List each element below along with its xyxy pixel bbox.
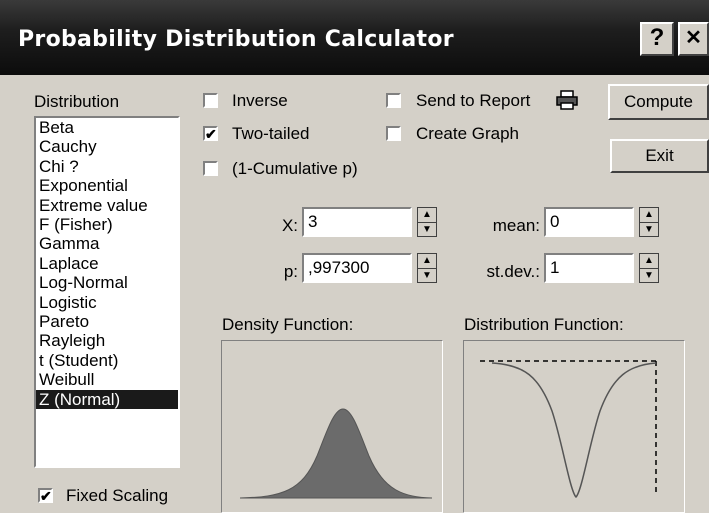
distribution-label: Distribution xyxy=(34,92,120,111)
distribution-curve xyxy=(491,362,657,499)
list-item[interactable]: t (Student) xyxy=(36,351,178,370)
spin-down-icon[interactable]: ▼ xyxy=(640,223,658,237)
list-item[interactable]: Log-Normal xyxy=(36,273,178,292)
help-button[interactable]: ? xyxy=(640,22,674,56)
stdev-label: st.dev.: xyxy=(486,262,540,281)
two-tailed-label: Two-tailed xyxy=(232,124,310,143)
window-title: Probability Distribution Calculator xyxy=(18,27,454,52)
one-minus-cumulative-checkbox[interactable] xyxy=(203,161,218,176)
x-label: X: xyxy=(281,216,298,235)
x-spinner[interactable]: ▲ ▼ xyxy=(417,207,437,237)
spin-down-icon[interactable]: ▼ xyxy=(640,269,658,283)
p-input[interactable]: ,997300 xyxy=(302,253,412,283)
spin-down-icon[interactable]: ▼ xyxy=(418,269,436,283)
list-item[interactable]: Cauchy xyxy=(36,137,178,156)
two-tailed-checkbox[interactable]: ✔ xyxy=(203,126,218,141)
list-item[interactable]: Chi ? xyxy=(36,157,178,176)
distribution-list[interactable]: Beta Cauchy Chi ? Exponential Extreme va… xyxy=(34,116,180,468)
send-to-report-label: Send to Report xyxy=(416,91,531,110)
inverse-checkbox[interactable] xyxy=(203,93,218,108)
x-input[interactable]: 3 xyxy=(302,207,412,237)
one-minus-cumulative-label: (1-Cumulative p) xyxy=(232,159,358,178)
create-graph-checkbox[interactable] xyxy=(386,126,401,141)
p-spinner[interactable]: ▲ ▼ xyxy=(417,253,437,283)
spin-up-icon[interactable]: ▲ xyxy=(418,208,436,223)
spin-up-icon[interactable]: ▲ xyxy=(640,254,658,269)
list-item[interactable]: Rayleigh xyxy=(36,331,178,350)
list-item[interactable]: Beta xyxy=(36,118,178,137)
list-item[interactable]: Gamma xyxy=(36,234,178,253)
density-curve xyxy=(239,408,433,499)
mean-label: mean: xyxy=(492,216,540,235)
create-graph-label: Create Graph xyxy=(416,124,519,143)
list-item[interactable]: Weibull xyxy=(36,370,178,389)
spin-up-icon[interactable]: ▲ xyxy=(640,208,658,223)
distribution-graph xyxy=(463,340,685,513)
list-item[interactable]: F (Fisher) xyxy=(36,215,178,234)
stdev-input[interactable]: 1 xyxy=(544,253,634,283)
list-item[interactable]: Logistic xyxy=(36,293,178,312)
list-item[interactable]: Exponential xyxy=(36,176,178,195)
list-item-selected[interactable]: Z (Normal) xyxy=(36,389,178,410)
density-function-label: Density Function: xyxy=(222,315,354,334)
send-to-report-checkbox[interactable] xyxy=(386,93,401,108)
mean-input[interactable]: 0 xyxy=(544,207,634,237)
list-item[interactable]: Extreme value xyxy=(36,196,178,215)
fixed-scaling-checkbox[interactable]: ✔ xyxy=(38,488,53,503)
list-item[interactable]: Laplace xyxy=(36,254,178,273)
printer-icon[interactable] xyxy=(556,90,578,110)
list-item[interactable]: Pareto xyxy=(36,312,178,331)
exit-button[interactable]: Exit xyxy=(610,139,709,173)
compute-button[interactable]: Compute xyxy=(608,84,709,120)
stdev-spinner[interactable]: ▲ ▼ xyxy=(639,253,659,283)
fixed-scaling-label: Fixed Scaling xyxy=(66,486,169,505)
mean-spinner[interactable]: ▲ ▼ xyxy=(639,207,659,237)
distribution-function-label: Distribution Function: xyxy=(464,315,624,334)
spin-down-icon[interactable]: ▼ xyxy=(418,223,436,237)
density-graph xyxy=(221,340,443,513)
p-label: p: xyxy=(283,262,298,281)
close-button[interactable]: ✕ xyxy=(678,22,709,56)
inverse-label: Inverse xyxy=(232,91,288,110)
spin-up-icon[interactable]: ▲ xyxy=(418,254,436,269)
